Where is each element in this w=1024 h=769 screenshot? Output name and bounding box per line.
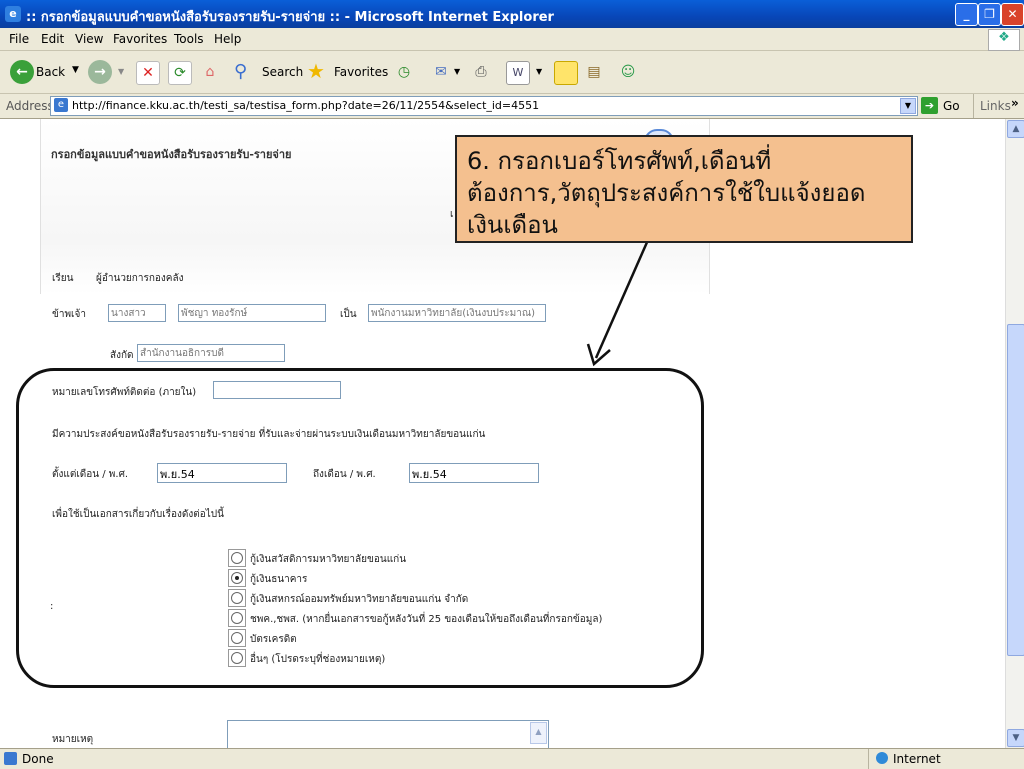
scroll-down-icon[interactable]: ▼: [1007, 729, 1024, 747]
me-label: ข้าพเจ้า: [52, 309, 86, 320]
toolbar: ← Back ▼ → ▼ ✕ ⟳ ⌂ ⚲ Search ★ Favorites …: [0, 51, 1024, 94]
note-textarea[interactable]: ▲: [227, 720, 549, 748]
discuss-icon[interactable]: [554, 61, 578, 85]
stop-button[interactable]: ✕: [136, 61, 160, 85]
callout-arrow: [586, 239, 650, 367]
window-title: :: กรอกข้อมูลแบบคำขอหนังสือรับรองรายรับ-…: [26, 10, 554, 25]
name-field[interactable]: พัชญา ทองรักษ์: [178, 304, 326, 322]
divider: [868, 749, 869, 769]
address-input[interactable]: e http://finance.kku.ac.th/testi_sa/test…: [50, 96, 918, 116]
restore-button[interactable]: ❐: [978, 3, 1001, 26]
address-label: Address: [6, 99, 54, 113]
menu-file[interactable]: File: [9, 32, 29, 46]
ie-logo-icon: e: [5, 6, 21, 22]
menu-bar: File Edit View Favorites Tools Help ❖: [0, 28, 1024, 51]
chevron-right-icon[interactable]: »: [1011, 96, 1019, 110]
zone-text: Internet: [893, 752, 941, 766]
dept-field[interactable]: สำนักงานอธิการบดี: [137, 344, 285, 362]
scroll-up-icon[interactable]: ▲: [1007, 120, 1024, 138]
home-button[interactable]: ⌂: [199, 61, 221, 83]
position-field[interactable]: พนักงานมหาวิทยาลัย(เงินงบประมาณ): [368, 304, 546, 322]
mail-icon[interactable]: ✉: [430, 61, 452, 83]
minimize-button[interactable]: _: [955, 3, 978, 26]
dear-label: เรียน: [52, 273, 74, 284]
star-icon: ★: [307, 59, 325, 83]
windows-logo-icon: ❖: [988, 29, 1020, 51]
dept-label: สังกัด: [110, 350, 134, 361]
refresh-button[interactable]: ⟳: [168, 61, 192, 85]
back-label: Back: [36, 65, 66, 79]
globe-icon: [876, 752, 888, 764]
history-icon[interactable]: ◷: [393, 61, 415, 83]
favorites-button[interactable]: ★ Favorites: [305, 59, 389, 85]
chevron-up-icon[interactable]: ▲: [530, 722, 547, 744]
favorites-label: Favorites: [334, 65, 389, 79]
go-button[interactable]: ➔ Go: [921, 97, 965, 115]
menu-help[interactable]: Help: [214, 32, 241, 46]
page-icon: e: [54, 98, 68, 112]
links-label[interactable]: Links: [980, 99, 1011, 113]
research-icon[interactable]: ▤: [583, 61, 605, 83]
go-arrow-icon: ➔: [921, 97, 938, 114]
back-arrow-icon: ←: [10, 60, 34, 84]
menu-tools[interactable]: Tools: [174, 32, 204, 46]
scroll-thumb[interactable]: [1007, 324, 1024, 656]
back-button[interactable]: ← Back ▼: [6, 59, 86, 85]
menu-favorites[interactable]: Favorites: [113, 32, 167, 46]
address-bar: Address e http://finance.kku.ac.th/testi…: [0, 94, 1024, 119]
divider: [973, 94, 974, 118]
chevron-down-icon[interactable]: ▼: [900, 98, 916, 114]
chevron-down-icon[interactable]: ▼: [72, 65, 79, 75]
chevron-down-icon[interactable]: ▼: [454, 67, 460, 76]
messenger-icon[interactable]: ☺: [617, 61, 639, 83]
page-done-icon: [4, 752, 17, 765]
chevron-down-icon[interactable]: ▼: [536, 67, 542, 76]
menu-edit[interactable]: Edit: [41, 32, 64, 46]
note-label: หมายเหตุ: [52, 734, 94, 745]
close-button[interactable]: ✕: [1001, 3, 1024, 26]
edit-word-icon[interactable]: W: [506, 61, 530, 85]
as-label: เป็น: [340, 309, 357, 320]
form-heading: กรอกข้อมูลแบบคำขอหนังสือรับรองรายรับ-ราย…: [51, 148, 292, 161]
highlight-frame: [16, 368, 704, 688]
status-bar: Done Internet: [0, 748, 1024, 769]
title-field[interactable]: นางสาว: [108, 304, 166, 322]
chevron-down-icon[interactable]: ▼: [118, 67, 124, 76]
address-url: http://finance.kku.ac.th/testi_sa/testis…: [72, 99, 540, 112]
vertical-scrollbar[interactable]: ▲ ▼: [1005, 119, 1024, 748]
menu-view[interactable]: View: [75, 32, 103, 46]
callout-box: 6. กรอกเบอร์โทรศัพท์,เดือนที่ต้องการ,วัต…: [455, 135, 913, 243]
partial-text: เ: [450, 209, 454, 220]
search-icon: ⚲: [234, 61, 248, 82]
go-label: Go: [943, 99, 960, 113]
forward-button[interactable]: →: [88, 60, 112, 84]
title-bar: e :: กรอกข้อมูลแบบคำขอหนังสือรับรองรายรั…: [0, 0, 1024, 28]
search-label: Search: [262, 65, 304, 79]
dear-value: ผู้อำนวยการกองคลัง: [96, 273, 184, 284]
status-text: Done: [22, 752, 54, 766]
search-button[interactable]: ⚲ Search: [232, 59, 304, 85]
print-icon[interactable]: ⎙: [470, 61, 492, 83]
